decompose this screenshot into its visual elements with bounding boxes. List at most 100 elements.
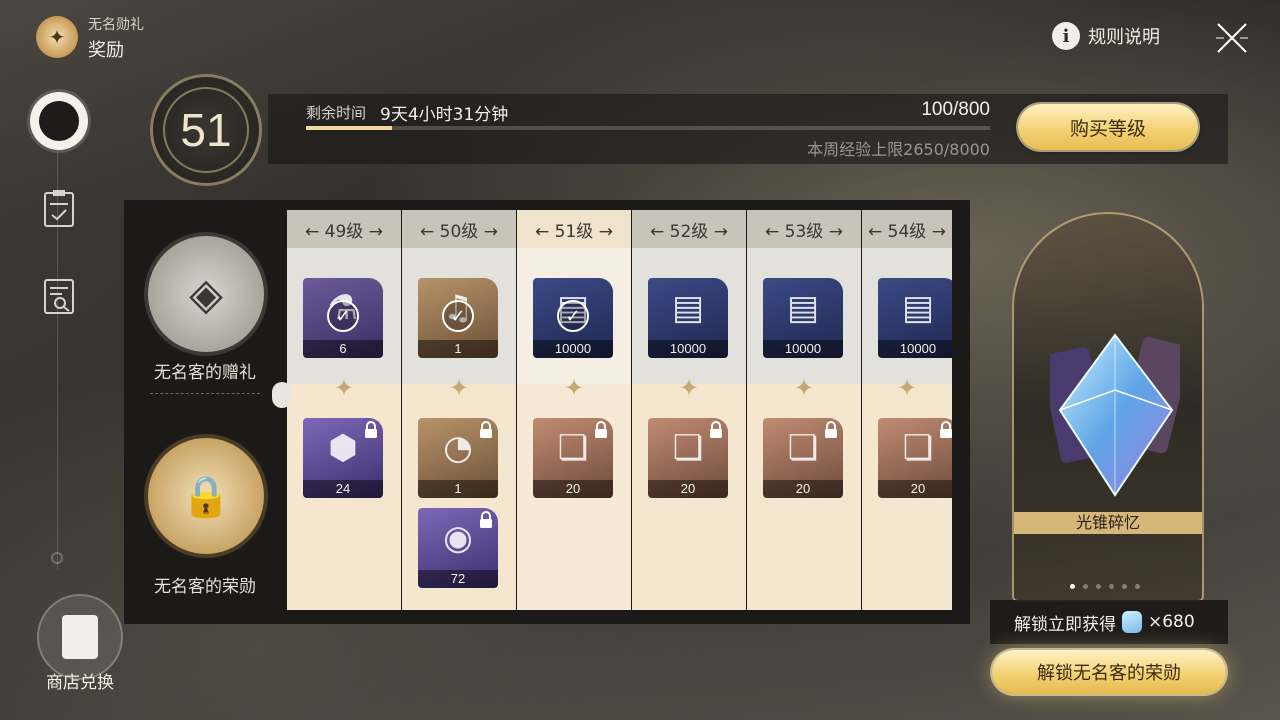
light-cone-crystal-icon [1050,333,1180,497]
pager-dot[interactable] [1083,584,1088,589]
nav-dot [51,552,63,564]
reward-count: 72 [418,570,498,588]
divider-star-icon: ✦ [563,374,585,402]
unlock-tip-text: 解锁立即获得 [1014,614,1116,635]
unlock-tip: 解锁立即获得 ×680 [990,600,1228,644]
lock-icon [365,421,377,438]
time-remaining: 9天4小时31分钟 [380,105,509,125]
paid-reward-item[interactable]: ◔ 1 [418,418,498,498]
free-reward-item[interactable]: ⚗ 6 ✓ [303,278,383,358]
shop-exchange-button[interactable]: 商店兑换 [36,594,124,693]
reward-count: 10000 [648,340,728,358]
paid-reward-item[interactable]: ⬢ 24 [303,418,383,498]
credit-icon: ▤ [671,288,705,328]
paid-reward-item[interactable]: ❏ 20 [648,418,728,498]
lock-icon [480,511,492,528]
lock-icon [825,421,837,438]
free-reward-item[interactable]: ▤ 10000 [648,278,728,358]
rules-button[interactable]: i 规则说明 [1052,22,1160,50]
exp-value: 100/800 [921,99,990,120]
claimed-check-icon: ✓ [442,300,474,332]
divider-star-icon: ✦ [678,374,700,402]
buy-level-button[interactable]: 购买等级 [1018,104,1198,150]
pager-dot[interactable] [1135,584,1140,589]
exp-progress-track [306,126,990,130]
free-reward-item[interactable]: ▤ 10000 [878,278,952,358]
paid-reward-item[interactable]: ❏ 20 [533,418,613,498]
level-header: ← 51级 → [517,210,631,248]
pager-dot[interactable] [1109,584,1114,589]
scroll-handle[interactable] [272,382,292,408]
nav-search-icon[interactable] [42,276,76,316]
reward-count: 24 [303,480,383,498]
pager-dot[interactable] [1096,584,1101,589]
credit-icon: ▤ [786,288,820,328]
level-column: ← 51级 → ✦ ▤ 10000 ✓ ❏ 20 [517,210,631,610]
shop-label: 商店兑换 [46,673,114,693]
event-logo-icon: ✦ [36,16,78,58]
header-title: 奖励 [88,40,124,61]
header-subtitle: 无名勋礼 [88,17,144,33]
time-label: 剩余时间 [306,104,367,122]
paid-reward-item[interactable]: ◉ 72 [418,508,498,588]
free-track-name: 无名客的赠礼 [154,363,256,383]
paid-reward-item[interactable]: ❏ 20 [763,418,843,498]
level-column: ← 54级 → ✦ ▤ 10000 ❏ 20 [862,210,952,610]
level-badge: 51 [150,74,262,186]
claimed-check-icon: ✓ [327,300,359,332]
pager-dot[interactable] [1070,584,1075,589]
level-header: ← 52级 → [632,210,746,248]
free-reward-item[interactable]: ♫ 1 ✓ [418,278,498,358]
reward-count: 10000 [533,340,613,358]
level-column: ← 52级 → ✦ ▤ 10000 ❏ 20 [632,210,746,610]
pager-dot[interactable] [1122,584,1127,589]
nav-tasks-icon[interactable] [42,188,76,228]
track-names: 无名客的赠礼 无名客的荣勋 [124,200,286,624]
track-separator [150,393,260,394]
reward-count: 20 [648,480,728,498]
lock-icon [480,421,492,438]
showcase-label: 光锥碎忆 [1014,512,1202,534]
level-column: ← 53级 → ✦ ▤ 10000 ❏ 20 [747,210,861,610]
reward-count: 6 [303,340,383,358]
divider-star-icon: ✦ [333,374,355,402]
claimed-check-icon: ✓ [557,300,589,332]
unlock-honor-button[interactable]: 解锁无名客的荣勋 [992,650,1226,694]
stellar-jade-icon [1122,611,1142,633]
paid-reward-item[interactable]: ❏ 20 [878,418,952,498]
reward-count: 1 [418,480,498,498]
exp-progress-fill [306,126,392,130]
level-header: ← 50级 → [402,210,516,248]
reward-count: 1 [418,340,498,358]
level-header: ← 54级 → [862,210,952,248]
level-header: ← 49级 → [287,210,401,248]
rewards-tab-icon [39,101,79,141]
divider-star-icon: ✦ [896,374,918,402]
credit-icon: ▤ [901,288,935,328]
reward-count: 20 [878,480,952,498]
paid-track-medal-icon: 🔒 [144,434,268,558]
shopping-bag-icon [62,615,98,659]
reward-count: 10000 [878,340,952,358]
level-header: ← 53级 → [747,210,861,248]
reward-count: 20 [533,480,613,498]
free-reward-item[interactable]: ▤ 10000 ✓ [533,278,613,358]
divider-star-icon: ✦ [448,374,470,402]
unlock-tip-amount: ×680 [1148,612,1195,632]
level-column: ← 49级 → ✦ ⚗ 6 ✓ ⬢ 24 [287,210,401,610]
info-icon: i [1052,22,1080,50]
paid-track-name: 无名客的荣勋 [154,577,256,597]
rules-label: 规则说明 [1088,27,1160,48]
divider-star-icon: ✦ [793,374,815,402]
showcase-pager[interactable] [1070,584,1140,589]
lock-icon [710,421,722,438]
level-column: ← 50级 → ✦ ♫ 1 ✓ ◔ 1 ◉ 72 [402,210,516,610]
free-reward-item[interactable]: ▤ 10000 [763,278,843,358]
lock-icon [595,421,607,438]
close-icon[interactable] [1212,18,1252,58]
current-level: 51 [180,104,232,156]
nav-rewards-tab[interactable] [30,92,88,150]
weekly-exp-cap: 本周经验上限2650/8000 [807,140,990,159]
lock-icon [940,421,952,438]
reward-count: 10000 [763,340,843,358]
